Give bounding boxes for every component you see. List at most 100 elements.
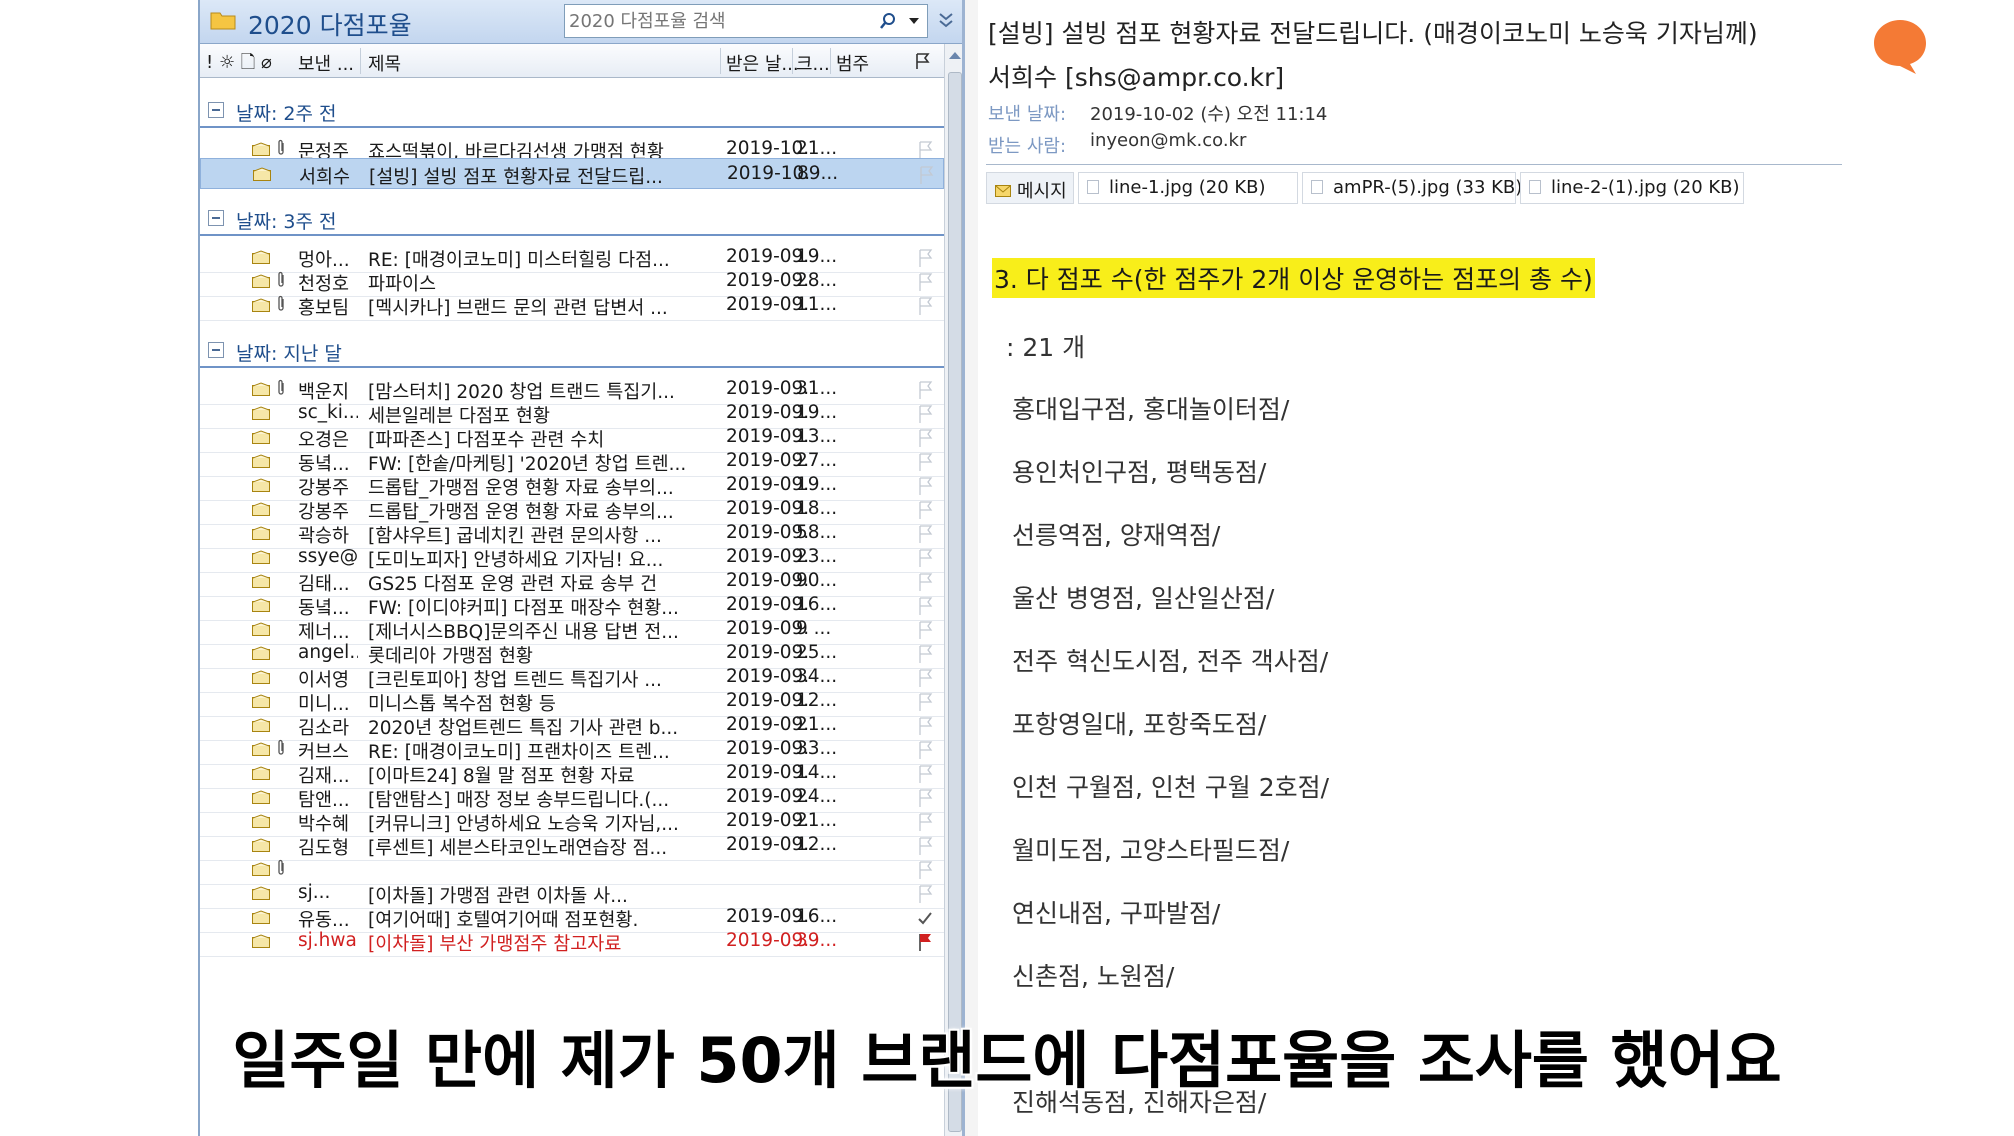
- mail-size: 34...: [796, 666, 838, 687]
- mail-size: 19...: [796, 246, 838, 267]
- mail-size: 89...: [797, 163, 839, 184]
- flag-icon[interactable]: [916, 836, 934, 856]
- store-count: : 21 개: [1006, 333, 1086, 362]
- collapse-toggle-icon[interactable]: [208, 102, 224, 118]
- flag-icon[interactable]: [916, 572, 934, 592]
- envelope-icon: [252, 838, 270, 852]
- envelope-icon: [252, 814, 270, 828]
- column-size[interactable]: 크...: [796, 50, 830, 76]
- flag-icon[interactable]: [916, 716, 934, 736]
- divider: [986, 164, 1842, 165]
- flag-icon[interactable]: [916, 596, 934, 616]
- mail-size: 28...: [796, 270, 838, 291]
- envelope-icon: [252, 550, 270, 564]
- envelope-icon: [252, 250, 270, 264]
- scrollbar[interactable]: [944, 44, 964, 1136]
- collapse-toggle-icon[interactable]: [208, 342, 224, 358]
- envelope-icon: [253, 167, 271, 181]
- flag-icon[interactable]: [916, 740, 934, 760]
- recipient-value[interactable]: inyeon@mk.co.kr: [1090, 130, 1246, 151]
- mail-sender: 서희수: [299, 167, 351, 188]
- envelope-icon: [995, 185, 1011, 197]
- attachment-ampr-5[interactable]: amPR-(5).jpg (33 KB): [1302, 172, 1522, 204]
- flag-icon[interactable]: [916, 620, 934, 640]
- mail-size: 12...: [796, 834, 838, 855]
- chat-bubble-icon[interactable]: [1870, 16, 1930, 76]
- column-separator: [792, 48, 793, 74]
- file-icon: [1311, 180, 1323, 194]
- flag-icon[interactable]: [916, 548, 934, 568]
- attachment-bar: 메시지 line-1.jpg (20 KB) amPR-(5).jpg (33 …: [986, 172, 1842, 204]
- file-icon: [1529, 180, 1541, 194]
- message-subject: [설빙] 설빙 점포 현황자료 전달드립니다. (매경이코노미 노승욱 기자님께…: [988, 19, 1758, 48]
- envelope-icon: [252, 910, 270, 924]
- scroll-up-icon[interactable]: [947, 48, 963, 62]
- envelope-icon: [252, 718, 270, 732]
- flag-icon[interactable]: [917, 165, 935, 185]
- group-label: 날짜: 3주 전: [236, 211, 337, 233]
- flag-icon[interactable]: [916, 248, 934, 268]
- column-subject[interactable]: 제목: [368, 50, 401, 76]
- flag-icon[interactable]: [916, 644, 934, 664]
- flag-icon[interactable]: [916, 764, 934, 784]
- store-line: 전주 혁신도시점, 전주 객사점/: [1012, 647, 1329, 676]
- flag-icon[interactable]: [916, 476, 934, 496]
- red-flag-icon[interactable]: [916, 932, 934, 952]
- flag-icon[interactable]: [916, 524, 934, 544]
- flag-icon[interactable]: [916, 380, 934, 400]
- flag-icon[interactable]: [916, 812, 934, 832]
- flag-icon[interactable]: [916, 668, 934, 688]
- flag-icon[interactable]: [916, 860, 934, 880]
- paperclip-icon: [278, 295, 284, 311]
- group-header[interactable]: 날짜: 3주 전: [200, 204, 944, 236]
- mail-row[interactable]: 홍보팀[멕시카나] 브랜드 문의 관련 답변서 ...2019-09...11.…: [200, 290, 944, 321]
- search-box[interactable]: [564, 4, 928, 38]
- envelope-icon: [252, 298, 270, 312]
- message-sender[interactable]: 서희수 [shs@ampr.co.kr]: [988, 58, 1284, 94]
- sent-date-label: 보낸 날짜:: [988, 104, 1067, 125]
- mail-row[interactable]: sj.hwa...[이차돌] 부산 가맹점주 참고자료2019-09...39.…: [200, 926, 944, 957]
- search-input[interactable]: [569, 7, 869, 35]
- mail-size: 13...: [796, 426, 838, 447]
- flag-filter-icon[interactable]: [914, 52, 932, 70]
- column-date[interactable]: 받은 날...: [726, 50, 799, 76]
- tab-message[interactable]: 메시지: [986, 172, 1074, 204]
- flag-icon[interactable]: [916, 428, 934, 448]
- flag-icon[interactable]: [916, 884, 934, 904]
- group-header[interactable]: 날짜: 2주 전: [200, 96, 944, 128]
- collapse-toggle-icon[interactable]: [208, 210, 224, 226]
- video-caption: 일주일 만에 제가 50개 브랜드에 다점포율을 조사를 했어요: [232, 1024, 1782, 1097]
- flag-icon[interactable]: [916, 140, 934, 160]
- scrollbar-thumb[interactable]: [948, 72, 962, 1132]
- envelope-icon: [252, 274, 270, 288]
- flag-icon[interactable]: [916, 692, 934, 712]
- column-icons[interactable]: ! ☼ 🗋 ⌀: [206, 50, 272, 80]
- flag-icon[interactable]: [916, 500, 934, 520]
- flag-icon[interactable]: [916, 404, 934, 424]
- store-line: 선릉역점, 양재역점/: [1012, 521, 1221, 550]
- mail-size: 9 ...: [796, 618, 832, 639]
- mail-size: 16...: [796, 594, 838, 615]
- flag-icon[interactable]: [916, 788, 934, 808]
- pane-splitter[interactable]: [962, 0, 978, 1136]
- chevron-down-icon[interactable]: [905, 11, 923, 29]
- double-chevron-down-icon[interactable]: [936, 8, 956, 32]
- mail-row[interactable]: 서희수[설빙] 설빙 점포 현황자료 전달드립...2019-10...89..…: [200, 158, 944, 189]
- search-icon[interactable]: [879, 12, 897, 30]
- column-from[interactable]: 보낸 ...: [298, 50, 354, 76]
- flag-icon[interactable]: [916, 296, 934, 316]
- group-header[interactable]: 날짜: 지난 달: [200, 336, 944, 368]
- check-icon[interactable]: [916, 908, 934, 928]
- envelope-icon: [252, 886, 270, 900]
- attachment-line-2[interactable]: line-2-(1).jpg (20 KB): [1520, 172, 1744, 204]
- flag-icon[interactable]: [916, 272, 934, 292]
- envelope-icon: [252, 574, 270, 588]
- mail-size: 12...: [796, 690, 838, 711]
- group-label: 날짜: 지난 달: [236, 343, 342, 365]
- envelope-icon: [252, 742, 270, 756]
- envelope-icon: [252, 430, 270, 444]
- flag-icon[interactable]: [916, 452, 934, 472]
- envelope-icon: [252, 862, 270, 876]
- attachment-line-1[interactable]: line-1.jpg (20 KB): [1078, 172, 1298, 204]
- column-category[interactable]: 범주: [836, 50, 869, 76]
